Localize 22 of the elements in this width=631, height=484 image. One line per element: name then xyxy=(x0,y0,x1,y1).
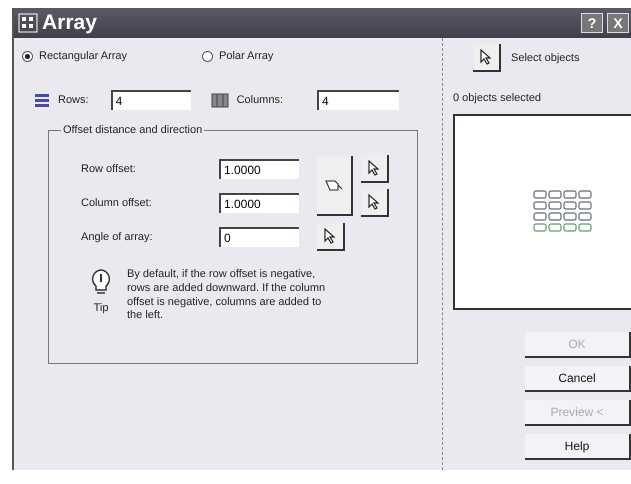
field-label: Column offset: xyxy=(80,197,153,209)
rows-field[interactable]: 4 xyxy=(110,90,191,110)
radio-option[interactable]: Rectangular Array xyxy=(22,50,202,62)
window-title: Array xyxy=(42,11,98,35)
field-label: Angle of array: xyxy=(80,231,154,243)
offset-field[interactable]: 1.0000 xyxy=(219,159,299,179)
select-objects-label: Select objects xyxy=(511,52,580,64)
columns-label: Columns: xyxy=(236,94,284,106)
rows-label: Rows: xyxy=(58,94,89,106)
help-button[interactable]: ? xyxy=(581,13,603,33)
field-label: Row offset: xyxy=(80,163,137,175)
tip-text: By default, if the row offset is negative, rows are added downward. If the column offset is negative, columns are added to the left. xyxy=(127,268,326,323)
group-title: Offset distance and direction xyxy=(62,124,204,136)
radio-option[interactable]: Polar Array xyxy=(202,50,362,62)
columns-field[interactable]: 4 xyxy=(317,90,400,110)
offset-field[interactable]: 0 xyxy=(219,227,299,247)
tip-label: Tip xyxy=(94,302,108,314)
dialog-button[interactable]: Cancel xyxy=(525,366,631,392)
close-button[interactable]: X xyxy=(607,13,629,33)
offset-field[interactable]: 1.0000 xyxy=(219,193,299,213)
dialog-button[interactable]: Help xyxy=(525,434,631,460)
selection-status: 0 objects selected xyxy=(453,92,542,104)
